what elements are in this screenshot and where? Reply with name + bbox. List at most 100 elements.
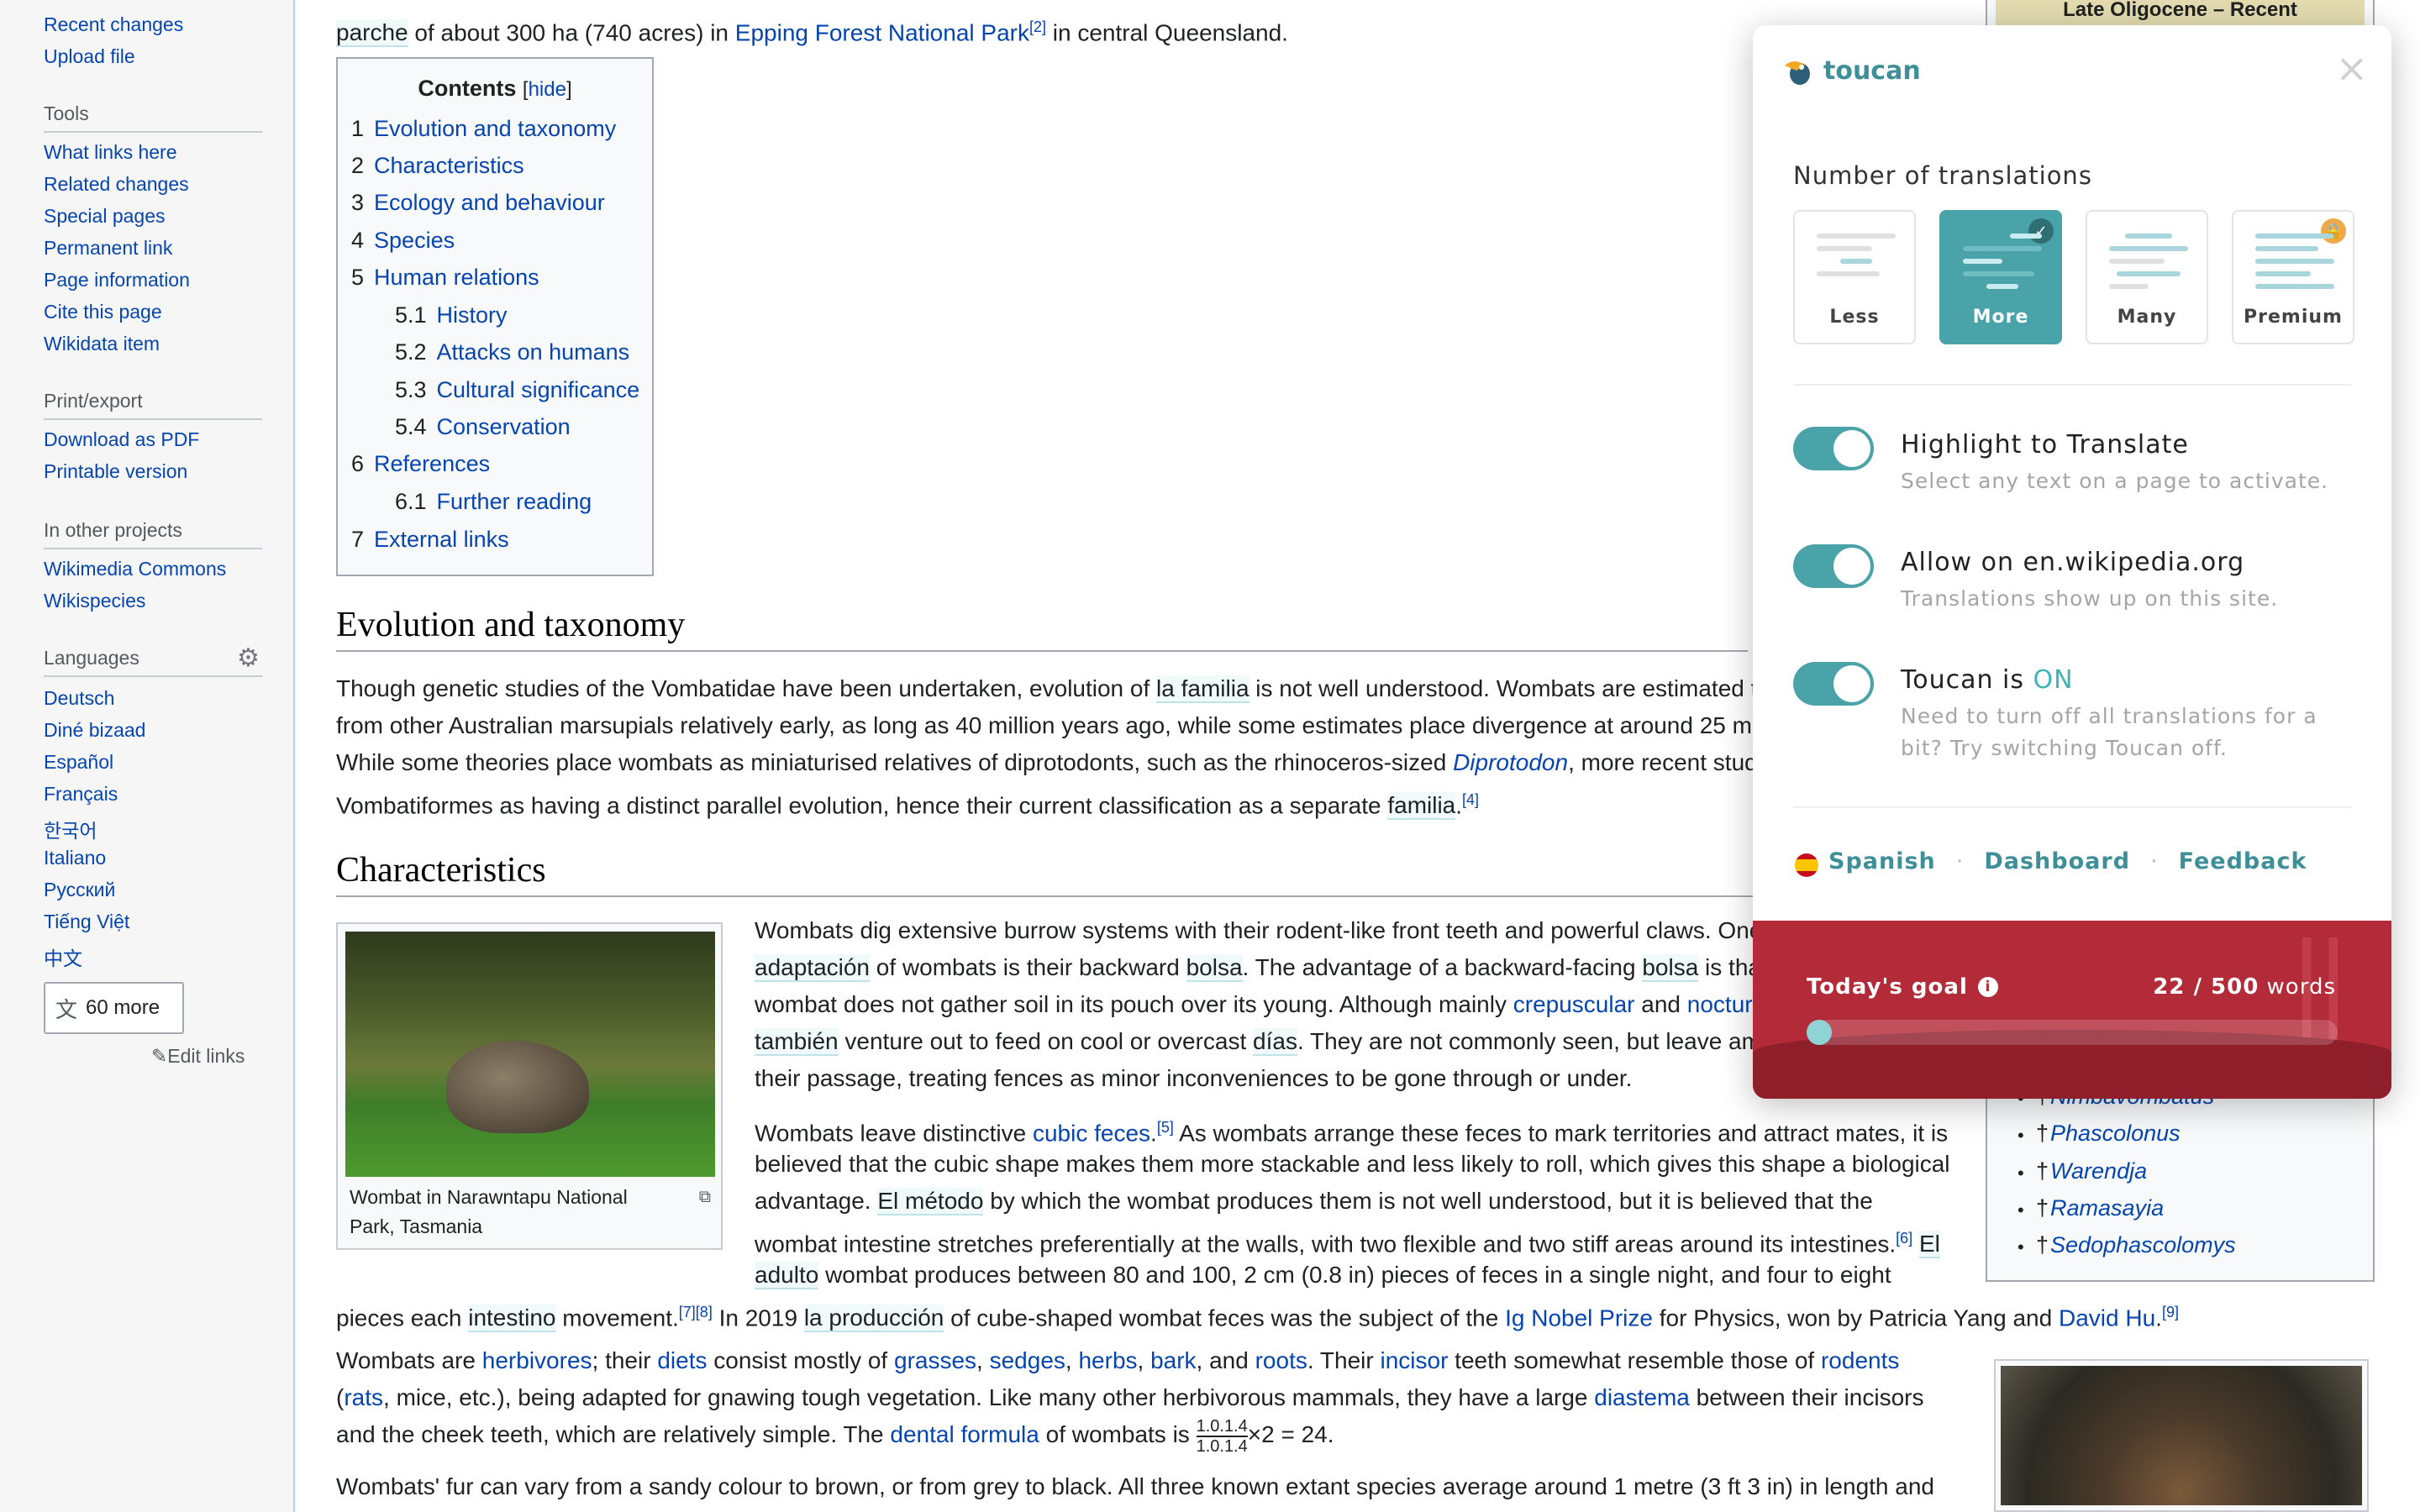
sidebar-lang-italiano[interactable]: Italiano [44,847,106,869]
sidebar-link-permanent-link[interactable]: Permanent link [44,237,172,260]
toc-item[interactable]: 5.3 Cultural significance [395,377,639,403]
link-incisor[interactable]: incisor [1380,1347,1448,1373]
translated-word[interactable]: bolsa [1642,954,1699,982]
toc-item[interactable]: 5.2 Attacks on humans [395,339,629,365]
enlarge-icon[interactable]: ⧉ [699,1188,711,1207]
sidebar-lang-francais[interactable]: Français [44,783,118,806]
option-more[interactable]: ✓ More [1939,210,2062,344]
close-icon[interactable]: × [2335,49,2368,87]
link-david-hu[interactable]: David Hu [2059,1305,2155,1331]
info-icon[interactable]: i [1977,977,1998,997]
link-cubic-feces[interactable]: cubic feces [1033,1120,1150,1146]
sidebar-link-download-pdf[interactable]: Download as PDF [44,428,199,451]
char-line: wombat does not gather soil in its pouch… [755,991,1753,1017]
wombat-photo-2[interactable] [1994,1359,2369,1512]
table-of-contents: Contents [hide] 1 Evolution and taxonomy … [336,57,654,576]
highlight-toggle[interactable] [1793,427,1874,470]
gear-icon[interactable]: ⚙ [237,643,260,673]
sidebar-lang-dine-bizaad[interactable]: Diné bizaad [44,719,145,742]
sidebar-lang-chinese[interactable]: 中文 [44,942,82,971]
sidebar-lang-espanol[interactable]: Español [44,751,113,774]
sidebar-link-wikidata-item[interactable]: Wikidata item [44,333,160,355]
sidebar-link-recent-changes[interactable]: Recent changes [44,13,183,36]
link-nocturnal[interactable]: noctur [1687,991,1753,1017]
translated-word[interactable]: la producción [803,1305,944,1333]
link-diastema[interactable]: diastema [1594,1384,1690,1410]
more-languages-button[interactable]: 文 60 more [44,982,184,1034]
ref-link[interactable]: [9] [2162,1304,2179,1320]
link-herbs[interactable]: herbs [1078,1347,1137,1373]
translated-word[interactable]: la familia [1156,675,1249,703]
toc-item[interactable]: 6.1 Further reading [395,489,592,515]
ref-link[interactable]: [2] [1029,18,1046,35]
edit-links[interactable]: ✎Edit links [151,1045,245,1068]
link-ig-nobel[interactable]: Ig Nobel Prize [1505,1305,1653,1331]
option-many[interactable]: Many [2086,210,2208,344]
link-roots[interactable]: roots [1255,1347,1307,1373]
wombat-photo[interactable] [345,932,715,1177]
translated-word[interactable]: intestino [468,1305,556,1333]
language-link[interactable]: Spanish [1828,848,1936,874]
sidebar-link-what-links-here[interactable]: What links here [44,141,177,164]
toc-item[interactable]: 4 Species [351,228,455,254]
option-less[interactable]: Less [1793,210,1916,344]
sidebar-lang-korean[interactable]: 한국어 [44,815,97,843]
link-epping-forest[interactable]: Epping Forest National Park [735,19,1029,45]
toc-item[interactable]: 1 Evolution and taxonomy [351,116,616,142]
option-premium[interactable]: 🔒 Premium [2232,210,2354,344]
toc-item[interactable]: 3 Ecology and behaviour [351,190,605,216]
toc-hide-link[interactable]: hide [529,78,566,101]
link-dental-formula[interactable]: dental formula [890,1421,1039,1447]
toc-hide[interactable]: [hide] [523,78,572,101]
sidebar-link-wikispecies[interactable]: Wikispecies [44,590,145,612]
sidebar-link-page-information[interactable]: Page information [44,269,190,291]
feedback-link[interactable]: Feedback [2179,848,2307,874]
translated-word[interactable]: El [1918,1231,1940,1259]
brand-name: toucan [1823,55,1921,86]
toc-item[interactable]: 6 References [351,451,490,477]
translated-word[interactable]: días [1253,1028,1297,1056]
ref-link[interactable]: [6] [1896,1230,1912,1247]
link-herbivores[interactable]: herbivores [482,1347,592,1373]
link-grasses[interactable]: grasses [894,1347,976,1373]
ref-link[interactable]: [7][8] [679,1304,713,1320]
dashboard-link[interactable]: Dashboard [1984,848,2130,874]
taxon-link[interactable]: †Sedophascolomys [2036,1232,2236,1258]
sidebar-link-wikimedia-commons[interactable]: Wikimedia Commons [44,558,226,580]
sidebar-link-special-pages[interactable]: Special pages [44,205,166,228]
toc-item[interactable]: 2 Characteristics [351,153,524,179]
translated-word[interactable]: también [755,1028,839,1056]
translated-word[interactable]: familia [1387,792,1456,821]
taxon-link[interactable]: †Ramasayia [2036,1195,2164,1221]
sidebar-link-printable-version[interactable]: Printable version [44,460,187,483]
sidebar-lang-deutsch[interactable]: Deutsch [44,687,114,710]
sidebar: Recent changes Upload file Tools What li… [0,0,295,1512]
link-diets[interactable]: diets [657,1347,707,1373]
translated-word[interactable]: bolsa [1186,954,1243,982]
link-bark[interactable]: bark [1150,1347,1196,1373]
toc-item[interactable]: 5.4 Conservation [395,414,571,440]
sidebar-lang-russian[interactable]: Русский [44,879,115,901]
taxon-link[interactable]: †Phascolonus [2036,1121,2181,1147]
link-crepuscular[interactable]: crepuscular [1513,991,1635,1017]
translated-word[interactable]: El método [877,1188,984,1215]
toucan-power-toggle[interactable] [1793,662,1874,706]
translated-word[interactable]: parche [336,19,408,48]
ref-link[interactable]: [5] [1157,1119,1174,1136]
sidebar-link-upload-file[interactable]: Upload file [44,45,135,68]
link-rats[interactable]: rats [344,1384,383,1410]
allow-site-toggle[interactable] [1793,544,1874,588]
translated-word[interactable]: adulto [755,1262,819,1289]
toc-item[interactable]: 7 External links [351,527,509,553]
sidebar-lang-vietnamese[interactable]: Tiếng Việt [44,911,129,933]
toc-item[interactable]: 5.1 History [395,302,508,328]
link-sedges[interactable]: sedges [990,1347,1065,1373]
link-rodents[interactable]: rodents [1821,1347,1899,1373]
toc-item[interactable]: 5 Human relations [351,265,539,291]
translated-word[interactable]: adaptación [755,954,871,982]
sidebar-link-cite-this-page[interactable]: Cite this page [44,301,162,323]
taxon-link[interactable]: †Warendja [2036,1158,2147,1184]
link-diprotodon[interactable]: Diprotodon [1453,749,1568,775]
ref-link[interactable]: [4] [1462,791,1479,808]
sidebar-link-related-changes[interactable]: Related changes [44,173,189,196]
